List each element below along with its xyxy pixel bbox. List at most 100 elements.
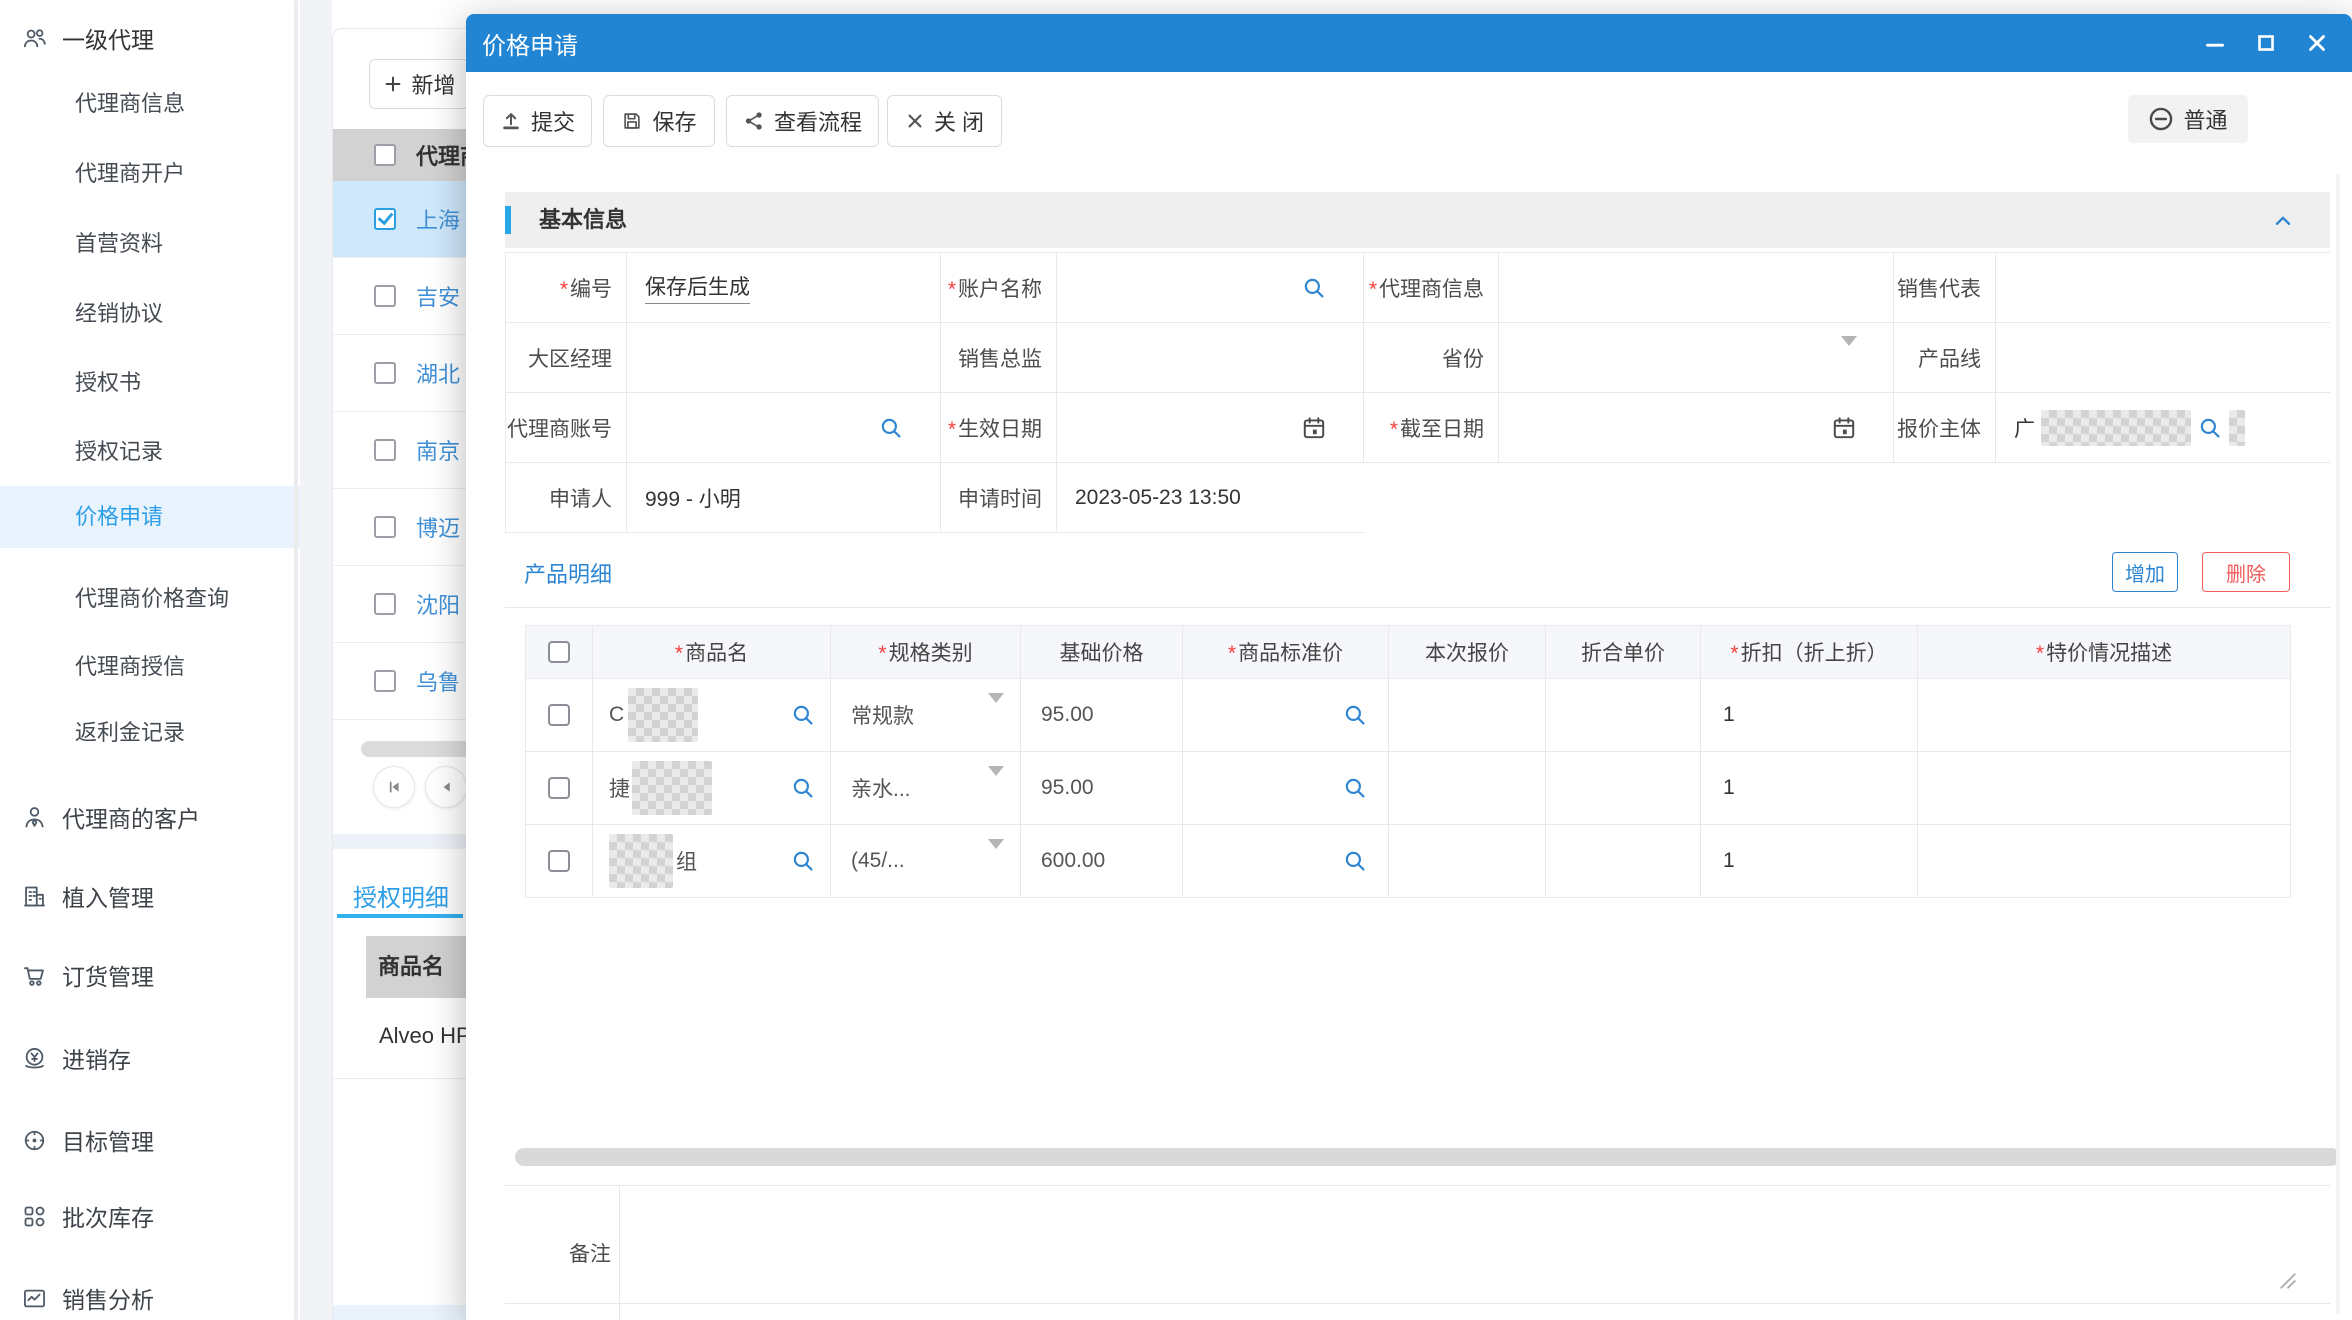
select-all-checkbox[interactable] bbox=[374, 144, 396, 166]
standard-price-cell[interactable] bbox=[1183, 752, 1389, 824]
standard-price-cell[interactable] bbox=[1183, 679, 1389, 751]
number-field[interactable]: 保存后生成 bbox=[627, 253, 941, 322]
search-icon[interactable] bbox=[1342, 848, 1368, 874]
row-checkbox[interactable] bbox=[374, 516, 396, 538]
product-name-cell[interactable]: Alveo HP bbox=[379, 1023, 471, 1049]
agent-row-label[interactable]: 博迈 bbox=[416, 511, 460, 543]
product-row-checkbox[interactable] bbox=[548, 777, 570, 799]
maximize-icon[interactable] bbox=[2254, 31, 2278, 55]
remark-textarea[interactable] bbox=[620, 1185, 2330, 1304]
calendar-icon[interactable] bbox=[1301, 415, 1327, 441]
select-all-products-checkbox[interactable] bbox=[548, 641, 570, 663]
agent-row-label[interactable]: 乌鲁 bbox=[416, 665, 460, 697]
sidebar-item-authorization-record[interactable]: 授权记录 bbox=[0, 417, 300, 487]
search-icon[interactable] bbox=[790, 702, 816, 728]
search-icon[interactable] bbox=[1342, 702, 1368, 728]
sidebar-item-agent-credit[interactable]: 代理商授信 bbox=[0, 632, 300, 702]
spec-select-cell[interactable]: 亲水... bbox=[831, 752, 1021, 824]
tab-authorization-detail[interactable]: 授权明细 bbox=[353, 878, 449, 913]
modal-vertical-scrollbar[interactable] bbox=[2336, 174, 2340, 1314]
quote-entity-field[interactable]: 广 bbox=[1996, 393, 2330, 462]
unit-price-cell[interactable] bbox=[1546, 679, 1701, 751]
row-checkbox[interactable] bbox=[374, 285, 396, 307]
product-row-checkbox[interactable] bbox=[548, 850, 570, 872]
pagination-prev-button[interactable] bbox=[425, 766, 467, 808]
collapse-chevron-up-icon[interactable] bbox=[2272, 210, 2294, 232]
row-checkbox[interactable] bbox=[374, 439, 396, 461]
dialog-header[interactable]: 价格申请 bbox=[466, 14, 2352, 72]
close-button[interactable]: 关 闭 bbox=[887, 95, 1002, 147]
sidebar-scrollbar[interactable] bbox=[294, 0, 298, 1320]
effective-date-field[interactable] bbox=[1057, 393, 1364, 462]
dropdown-caret-icon[interactable] bbox=[988, 693, 1004, 727]
special-desc-cell[interactable] bbox=[1918, 679, 2290, 751]
sidebar-item-agent-info[interactable]: 代理商信息 bbox=[0, 69, 300, 139]
discount-cell[interactable]: 1 bbox=[1701, 825, 1918, 897]
current-quote-cell[interactable] bbox=[1389, 752, 1546, 824]
current-quote-cell[interactable] bbox=[1389, 825, 1546, 897]
sidebar-item-target-management[interactable]: 目标管理 bbox=[0, 1105, 300, 1175]
sidebar-item-inventory[interactable]: 进销存 bbox=[0, 1023, 300, 1093]
delete-row-button[interactable]: 删除 bbox=[2202, 552, 2290, 592]
minimize-icon[interactable] bbox=[2202, 30, 2228, 56]
current-quote-cell[interactable] bbox=[1389, 679, 1546, 751]
agent-info-field[interactable] bbox=[1499, 253, 1894, 322]
search-icon[interactable] bbox=[790, 775, 816, 801]
sidebar-item-batch-stock[interactable]: 批次库存 bbox=[0, 1181, 300, 1251]
region-manager-field[interactable] bbox=[627, 323, 941, 392]
sidebar-item-implant-management[interactable]: 植入管理 bbox=[0, 861, 300, 931]
standard-price-cell[interactable] bbox=[1183, 825, 1389, 897]
agent-row-label[interactable]: 南京 bbox=[416, 434, 460, 466]
agent-row-label[interactable]: 沈阳 bbox=[416, 588, 460, 620]
sales-rep-field[interactable] bbox=[1996, 253, 2330, 322]
sidebar-item-agent-account-open[interactable]: 代理商开户 bbox=[0, 139, 300, 209]
close-window-icon[interactable] bbox=[2304, 30, 2330, 56]
product-row-checkbox[interactable] bbox=[548, 704, 570, 726]
add-row-button[interactable]: 增加 bbox=[2112, 552, 2178, 592]
sidebar-item-distribution-agreement[interactable]: 经销协议 bbox=[0, 279, 300, 349]
search-icon[interactable] bbox=[1342, 775, 1368, 801]
search-icon[interactable] bbox=[790, 848, 816, 874]
view-flow-button[interactable]: 查看流程 bbox=[726, 95, 879, 147]
submit-button[interactable]: 提交 bbox=[483, 95, 592, 147]
special-desc-cell[interactable] bbox=[1918, 825, 2290, 897]
product-name-cell[interactable]: C bbox=[593, 679, 831, 751]
modal-horizontal-scrollbar[interactable] bbox=[515, 1148, 2340, 1166]
dropdown-caret-icon[interactable] bbox=[1841, 335, 1857, 370]
pagination-first-button[interactable] bbox=[373, 766, 415, 808]
sidebar-group-level1-agent[interactable]: 一级代理 bbox=[0, 3, 300, 73]
row-checkbox[interactable] bbox=[374, 593, 396, 615]
sidebar-item-sales-analysis[interactable]: 销售分析 bbox=[0, 1263, 300, 1320]
agent-account-field[interactable] bbox=[627, 393, 941, 462]
search-icon[interactable] bbox=[878, 415, 904, 441]
special-desc-cell[interactable] bbox=[1918, 752, 2290, 824]
unit-price-cell[interactable] bbox=[1546, 825, 1701, 897]
dropdown-caret-icon[interactable] bbox=[988, 839, 1004, 873]
spec-select-cell[interactable]: 常规款 bbox=[831, 679, 1021, 751]
agent-row-label[interactable]: 上海 bbox=[416, 203, 460, 235]
sidebar-item-authorization-letter[interactable]: 授权书 bbox=[0, 348, 300, 418]
sidebar-item-rebate-record[interactable]: 返利金记录 bbox=[0, 698, 300, 768]
unit-price-cell[interactable] bbox=[1546, 752, 1701, 824]
product-name-cell[interactable]: 组 bbox=[593, 825, 831, 897]
resize-grip-icon[interactable] bbox=[2279, 1272, 2297, 1290]
search-icon[interactable] bbox=[1301, 275, 1327, 301]
discount-cell[interactable]: 1 bbox=[1701, 679, 1918, 751]
sidebar-item-agent-price-query[interactable]: 代理商价格查询 bbox=[0, 564, 300, 634]
sidebar-item-price-application[interactable]: 价格申请 bbox=[0, 486, 300, 548]
sidebar-item-first-sale-docs[interactable]: 首营资料 bbox=[0, 209, 300, 279]
account-name-field[interactable] bbox=[1057, 253, 1364, 322]
sales-director-field[interactable] bbox=[1057, 323, 1364, 392]
row-checkbox-checked[interactable] bbox=[374, 208, 396, 230]
dropdown-caret-icon[interactable] bbox=[988, 766, 1004, 800]
agent-row-label[interactable]: 吉安 bbox=[416, 280, 460, 312]
product-name-cell[interactable]: 捷 bbox=[593, 752, 831, 824]
row-checkbox[interactable] bbox=[374, 670, 396, 692]
search-icon[interactable] bbox=[2197, 415, 2223, 441]
agent-row-label[interactable]: 湖北 bbox=[416, 357, 460, 389]
spec-select-cell[interactable]: (45/... bbox=[831, 825, 1021, 897]
priority-normal-button[interactable]: 普通 bbox=[2128, 95, 2248, 143]
product-line-field[interactable] bbox=[1996, 323, 2330, 392]
province-select[interactable] bbox=[1499, 323, 1894, 392]
sidebar-item-order-management[interactable]: 订货管理 bbox=[0, 940, 300, 1010]
